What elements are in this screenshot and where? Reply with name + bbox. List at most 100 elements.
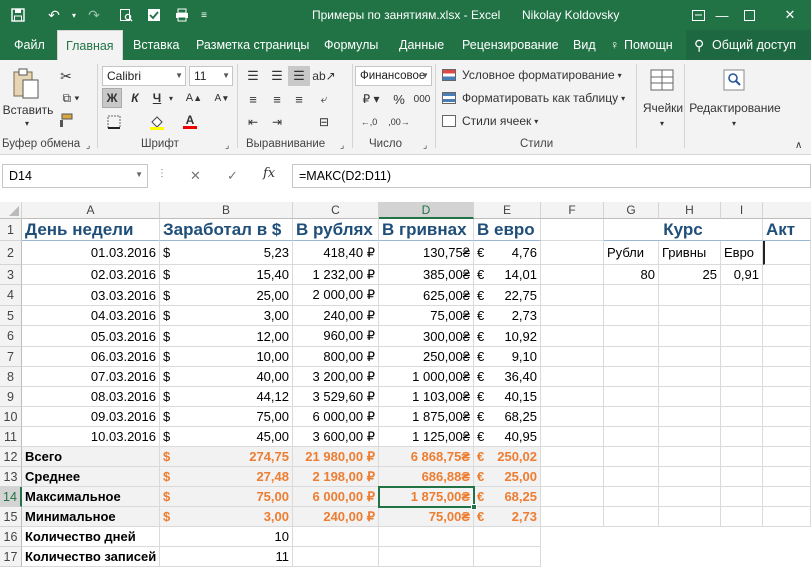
cell-j8[interactable] (763, 367, 811, 387)
format-painter-icon[interactable] (56, 110, 76, 130)
cell-g15[interactable] (604, 507, 659, 527)
row-header[interactable]: 12 (0, 447, 22, 467)
cell-h8[interactable] (659, 367, 721, 387)
cell-g9[interactable] (604, 387, 659, 407)
tab-page-layout[interactable]: Разметка страницы (188, 30, 317, 60)
formula-input[interactable]: =МАКС(D2:D11) (292, 164, 811, 188)
spelling-icon[interactable] (140, 0, 168, 30)
cell-d12[interactable]: 6 868,75₴ (379, 447, 474, 467)
merge-center-icon[interactable]: ⊟ (312, 112, 336, 132)
cell-g10[interactable] (604, 407, 659, 427)
cell-f2[interactable] (541, 241, 604, 265)
cell-c7[interactable]: 800,00 ₽ (293, 347, 379, 367)
cell-c9[interactable]: 3 529,60 ₽ (293, 387, 379, 407)
cell-b8[interactable]: $40,00 (160, 367, 293, 387)
cell-i9[interactable] (721, 387, 763, 407)
cell-g14[interactable] (604, 487, 659, 507)
align-left-icon[interactable]: ≡ (242, 89, 264, 109)
name-box[interactable]: D14 ▼ (2, 164, 148, 188)
conditional-formatting-button[interactable]: Условное форматирование ▾ (442, 66, 622, 84)
cell-c3[interactable]: 1 232,00 ₽ (293, 265, 379, 285)
cell-i4[interactable] (721, 285, 763, 306)
close-icon[interactable]: ✕ (768, 0, 811, 30)
cell-e11[interactable]: €40,95 (474, 427, 541, 447)
cell-f10[interactable] (541, 407, 604, 427)
cell-a11[interactable]: 10.03.2016 (22, 427, 160, 447)
cell-e14[interactable]: €68,25 (474, 487, 541, 507)
cell-j13[interactable] (763, 467, 811, 487)
row-header[interactable]: 16 (0, 527, 22, 547)
column-header-b[interactable]: B (160, 202, 293, 219)
cell-a17[interactable]: Количество записей (22, 547, 160, 567)
share-button[interactable]: ⚲ Общий доступ (686, 30, 811, 60)
cell-c4[interactable]: 2 000,00 ₽ (293, 285, 379, 306)
print-preview-icon[interactable] (112, 0, 140, 30)
underline-button[interactable]: Ч (147, 88, 167, 108)
cell-d1[interactable]: В гривнах (379, 219, 474, 241)
cut-icon[interactable]: ✂ (56, 66, 76, 86)
cell-c6[interactable]: 960,00 ₽ (293, 326, 379, 347)
cell-h5[interactable] (659, 306, 721, 326)
cell-f11[interactable] (541, 427, 604, 447)
increase-indent-icon[interactable]: ⇥ (266, 112, 288, 132)
cell-f13[interactable] (541, 467, 604, 487)
cell-g1-merged[interactable]: Курс (604, 219, 763, 241)
fill-color-icon[interactable] (145, 112, 169, 132)
cell-c16[interactable] (293, 527, 379, 547)
cell-c14[interactable]: 6 000,00 ₽ (293, 487, 379, 507)
font-shrink-icon[interactable]: A ▼ (208, 88, 236, 108)
cell-c2[interactable]: 418,40 ₽ (293, 241, 379, 265)
redo-icon[interactable]: ↷ (80, 0, 108, 30)
cell-d9[interactable]: 1 103,00₴ (379, 387, 474, 407)
cell-j4[interactable] (763, 285, 811, 306)
cell-c5[interactable]: 240,00 ₽ (293, 306, 379, 326)
find-icon[interactable] (720, 66, 748, 94)
cell-e8[interactable]: €36,40 (474, 367, 541, 387)
fill-handle[interactable] (471, 504, 477, 510)
tab-formulas[interactable]: Формулы (316, 30, 386, 60)
row-header[interactable]: 2 (0, 241, 22, 265)
cell-c1[interactable]: В рублях (293, 219, 379, 241)
cell-b12[interactable]: $274,75 (160, 447, 293, 467)
row-header[interactable]: 6 (0, 326, 22, 347)
cell-b7[interactable]: $10,00 (160, 347, 293, 367)
column-header-j[interactable] (763, 202, 811, 219)
cell-h4[interactable] (659, 285, 721, 306)
cell-b2[interactable]: $5,23 (160, 241, 293, 265)
column-header-d[interactable]: D (379, 202, 474, 219)
cell-e7[interactable]: €9,10 (474, 347, 541, 367)
save-icon[interactable] (4, 0, 32, 30)
cell-e16[interactable] (474, 527, 541, 547)
cell-b5[interactable]: $3,00 (160, 306, 293, 326)
tab-review[interactable]: Рецензирование (454, 30, 567, 60)
cell-a12[interactable]: Всего (22, 447, 160, 467)
increase-decimal-icon[interactable]: ←,0 (356, 112, 382, 132)
cell-e9[interactable]: €40,15 (474, 387, 541, 407)
cell-j7[interactable] (763, 347, 811, 367)
cell-b1[interactable]: Заработал в $ (160, 219, 293, 241)
cell-g13[interactable] (604, 467, 659, 487)
align-right-icon[interactable]: ≡ (288, 89, 310, 109)
cell-e5[interactable]: €2,73 (474, 306, 541, 326)
cell-h6[interactable] (659, 326, 721, 347)
cell-d5[interactable]: 75,00₴ (379, 306, 474, 326)
format-as-table-button[interactable]: Форматировать как таблицу ▾ (442, 89, 625, 107)
cell-h15[interactable] (659, 507, 721, 527)
underline-dropdown-icon[interactable]: ▾ (166, 88, 176, 108)
cell-e2[interactable]: €4,76 (474, 241, 541, 265)
row-header[interactable]: 8 (0, 367, 22, 387)
cell-b14[interactable]: $75,00 (160, 487, 293, 507)
align-middle-icon[interactable]: ☰ (266, 66, 288, 86)
cell-e1[interactable]: В евро (474, 219, 541, 241)
cell-c10[interactable]: 6 000,00 ₽ (293, 407, 379, 427)
cell-a14[interactable]: Максимальное (22, 487, 160, 507)
maximize-icon[interactable] (727, 0, 771, 30)
cell-j12[interactable] (763, 447, 811, 467)
align-bottom-icon[interactable]: ☰ (288, 66, 310, 86)
column-header-e[interactable]: E (474, 202, 541, 219)
row-header[interactable]: 13 (0, 467, 22, 487)
cell-h10[interactable] (659, 407, 721, 427)
row-header[interactable]: 3 (0, 265, 22, 285)
wrap-text-icon[interactable]: ⤶ (312, 89, 336, 109)
cell-b13[interactable]: $27,48 (160, 467, 293, 487)
